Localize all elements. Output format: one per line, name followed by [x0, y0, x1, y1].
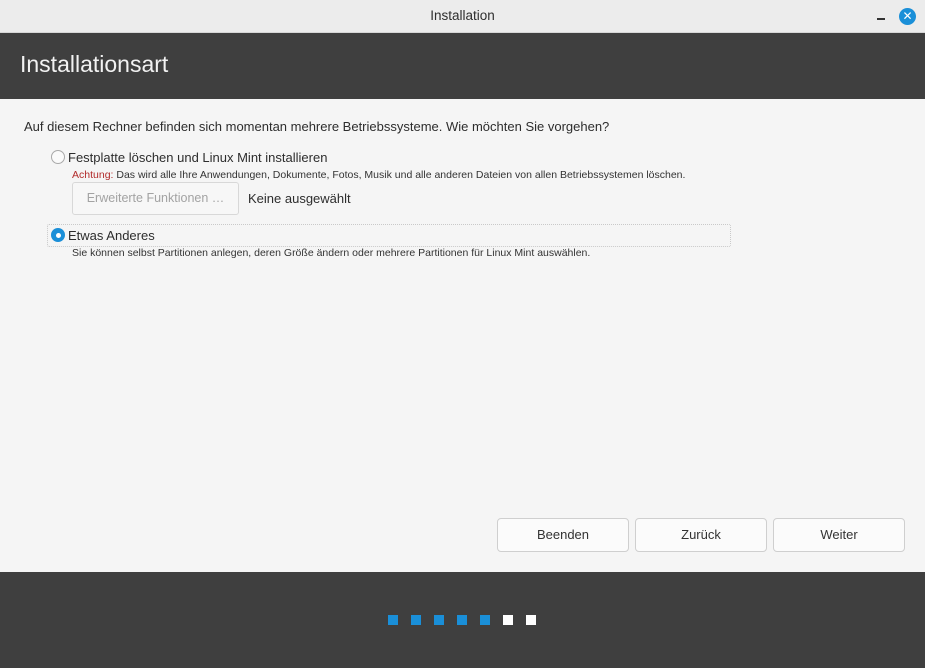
option-erase-disk-description: Achtung: Das wird alle Ihre Anwendungen,… — [72, 169, 685, 181]
close-icon[interactable]: ✕ — [899, 8, 916, 25]
progress-dot — [503, 615, 513, 625]
progress-dot — [526, 615, 536, 625]
selection-status: Keine ausgewählt — [248, 191, 351, 206]
footer — [0, 572, 925, 668]
progress-dot — [434, 615, 444, 625]
option-something-else-description: Sie können selbst Partitionen anlegen, d… — [72, 247, 591, 259]
progress-dot — [480, 615, 490, 625]
option-erase-disk-label[interactable]: Festplatte löschen und Linux Mint instal… — [68, 150, 327, 165]
progress-dot — [388, 615, 398, 625]
page-header: Installationsart — [0, 33, 925, 99]
back-button[interactable]: Zurück — [635, 518, 767, 552]
question-text: Auf diesem Rechner befinden sich momenta… — [24, 119, 610, 134]
option-something-else-label[interactable]: Etwas Anderes — [68, 228, 155, 243]
page-title: Installationsart — [20, 51, 169, 77]
advanced-features-button[interactable]: Erweiterte Funktionen … — [72, 182, 239, 215]
window-title: Installation — [430, 8, 495, 23]
minimize-icon[interactable] — [874, 9, 888, 23]
progress-dot — [457, 615, 467, 625]
quit-button[interactable]: Beenden — [497, 518, 629, 552]
radio-something-else[interactable] — [51, 228, 65, 242]
progress-dot — [411, 615, 421, 625]
radio-erase-disk[interactable] — [51, 150, 65, 164]
main-content: Auf diesem Rechner befinden sich momenta… — [0, 99, 925, 572]
next-button[interactable]: Weiter — [773, 518, 905, 552]
title-bar: Installation ✕ — [0, 0, 925, 33]
warning-text: Das wird alle Ihre Anwendungen, Dokument… — [113, 169, 686, 181]
warning-label: Achtung: — [72, 169, 114, 181]
